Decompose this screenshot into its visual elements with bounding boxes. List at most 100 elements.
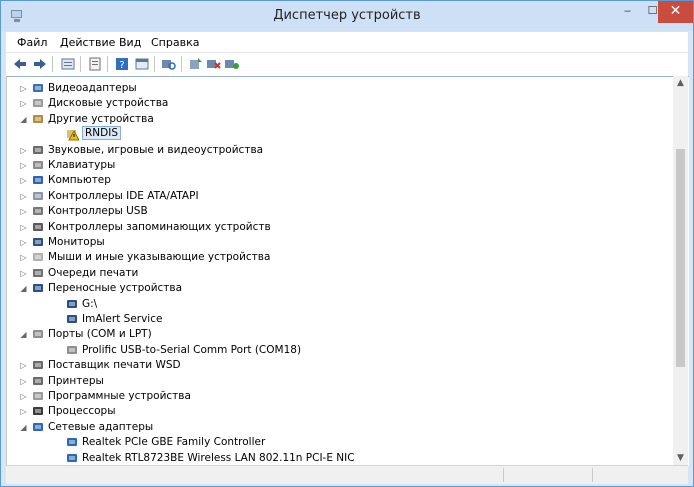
tree-node-label[interactable]: Другие устройства [48,113,154,125]
forward-arrow-icon[interactable] [32,56,48,72]
tree-node[interactable]: Realtek RTL8723BE Wireless LAN 802.11n P… [7,451,667,466]
usb-icon [33,207,43,216]
tree-node-label[interactable]: Контроллеры USB [48,205,148,217]
tree-node-label[interactable]: Видеоадаптеры [48,82,137,94]
tree-node[interactable]: G:\ [7,297,667,312]
expand-arrow-icon[interactable]: ▷ [19,223,28,232]
collapse-arrow-icon[interactable]: ◢ [19,330,28,339]
tree-node-label[interactable]: Процессоры [48,405,116,417]
tree-node[interactable]: ▷ Программные устройства [7,389,667,404]
expand-arrow-icon[interactable]: ▷ [19,269,28,278]
portable-device-icon [67,299,77,308]
tree-node[interactable]: ▷ Клавиатуры [7,158,667,173]
menu-help[interactable]: Справка [151,36,199,49]
tree-node-label[interactable]: Поставщик печати WSD [48,359,181,371]
menu-file[interactable]: Файл [17,36,47,49]
tree-node[interactable]: ▷ Дисковые устройства [7,96,667,111]
collapse-arrow-icon[interactable]: ◢ [19,115,28,124]
tree-node[interactable]: RNDIS [7,126,667,142]
expand-arrow-icon[interactable]: ▷ [19,176,28,185]
tree-node[interactable]: Realtek PCIe GBE Family Controller [7,435,667,450]
expand-arrow-icon[interactable]: ▷ [19,238,28,247]
tree-node[interactable]: Prolific USB-to-Serial Comm Port (COM18) [7,343,667,358]
tree-node[interactable]: ▷ Мыши и иные указывающие устройства [7,250,667,265]
tree-node-label[interactable]: Prolific USB-to-Serial Comm Port (COM18) [82,344,301,356]
tree-node[interactable]: ▷ Видеоадаптеры [7,81,667,96]
tree-node-label[interactable]: Клавиатуры [48,159,115,171]
properties-icon[interactable] [60,56,76,72]
tree-node-label[interactable]: Дисковые устройства [48,97,168,109]
title-bar[interactable]: Диспетчер устройств ‒ ☐ ✕ [1,1,693,31]
tree-node[interactable]: ▷ Мониторы [7,235,667,250]
tree-node[interactable]: ◢ Другие устройства [7,112,667,127]
port-icon [33,330,43,339]
back-arrow-icon[interactable] [12,56,28,72]
menu-bar: Файл Действие Вид Справка [6,32,688,52]
network-adapter-icon [33,422,43,431]
expand-arrow-icon[interactable]: ▷ [19,377,28,386]
tree-node-label-selected[interactable]: RNDIS [82,126,121,141]
tree-node[interactable]: ▷ Процессоры [7,404,667,419]
help-icon[interactable]: ? [114,56,130,72]
collapse-arrow-icon[interactable]: ◢ [19,284,28,293]
expand-arrow-icon[interactable]: ▷ [19,407,28,416]
tree-node-label[interactable]: Очереди печати [48,267,138,279]
tree-node-label[interactable]: Звуковые, игровые и видеоустройства [48,144,263,156]
tree-node[interactable]: ◢ Сетевые адаптеры [7,420,667,435]
expand-arrow-icon[interactable]: ▷ [19,361,28,370]
menu-action[interactable]: Действие [60,36,115,49]
expand-arrow-icon[interactable]: ▷ [19,146,28,155]
device-manager-window: Диспетчер устройств ‒ ☐ ✕ Файл Действие … [0,0,694,487]
tree-node[interactable]: ▷ Контроллеры USB [7,204,667,219]
tree-node[interactable]: ◢ Порты (COM и LPT) [7,327,667,342]
device-view-icon[interactable] [134,56,150,72]
tree-node[interactable]: ▷ Контроллеры запоминающих устройств [7,220,667,235]
minimize-button[interactable]: ‒ [615,1,640,23]
tree-node-label[interactable]: Realtek RTL8723BE Wireless LAN 802.11n P… [82,452,355,464]
tree-node[interactable]: ◢ Переносные устройства [7,281,667,296]
tree-node-label[interactable]: Переносные устройства [48,282,182,294]
tree-node[interactable]: ▷ Поставщик печати WSD [7,358,667,373]
expand-arrow-icon[interactable]: ▷ [19,99,28,108]
window-title: Диспетчер устройств [273,8,421,23]
menu-view[interactable]: Вид [119,36,141,49]
scroll-thumb[interactable] [676,149,685,367]
expand-arrow-icon[interactable]: ▷ [19,392,28,401]
speaker-icon [33,145,43,154]
tree-node[interactable]: ▷ Звуковые, игровые и видеоустройства [7,143,667,158]
tree-node[interactable]: ▷ Принтеры [7,374,667,389]
vertical-scrollbar[interactable]: ▲ ▼ [673,76,688,465]
expand-arrow-icon[interactable]: ▷ [19,192,28,201]
show-hidden-icon[interactable] [87,56,103,72]
tree-node[interactable]: ▷ Компьютер [7,173,667,188]
collapse-arrow-icon[interactable]: ◢ [19,423,28,432]
device-tree[interactable]: ▷ Видеоадаптеры ▷ Дисковые устройства ◢ Други… [6,76,689,466]
tree-node-label[interactable]: Компьютер [48,174,111,186]
expand-arrow-icon[interactable]: ▷ [19,84,28,93]
scroll-up-arrow[interactable]: ▲ [673,76,688,90]
tree-node-label[interactable]: Сетевые адаптеры [48,421,153,433]
tree-node-label[interactable]: Контроллеры запоминающих устройств [48,221,271,233]
scan-hardware-icon[interactable] [161,56,177,72]
tree-node-label[interactable]: Порты (COM и LPT) [48,328,152,340]
scroll-down-arrow[interactable]: ▼ [673,451,688,465]
update-driver-icon[interactable] [188,56,204,72]
tree-node-label[interactable]: Мыши и иные указывающие устройства [48,251,270,263]
uninstall-device-icon[interactable] [206,56,222,72]
tree-node-label[interactable]: Контроллеры IDE ATA/ATAPI [48,190,199,202]
expand-arrow-icon[interactable]: ▷ [19,161,28,170]
tree-node-label[interactable]: ImAlert Service [82,313,162,325]
expand-arrow-icon[interactable]: ▷ [19,207,28,216]
tree-node-label[interactable]: Принтеры [48,375,104,387]
portable-device-icon [67,315,77,323]
tree-node-label[interactable]: Мониторы [48,236,105,248]
close-button[interactable]: ✕ [658,1,693,23]
expand-arrow-icon[interactable]: ▷ [19,253,28,262]
tree-node[interactable]: ▷ Контроллеры IDE ATA/ATAPI [7,189,667,204]
tree-node-label[interactable]: Программные устройства [48,390,191,402]
tree-node-label[interactable]: Realtek PCIe GBE Family Controller [82,436,265,448]
disable-device-icon[interactable] [224,56,240,72]
tree-node[interactable]: ImAlert Service [7,312,667,327]
tree-node-label[interactable]: G:\ [82,298,97,310]
tree-node[interactable]: ▷ Очереди печати [7,266,667,281]
